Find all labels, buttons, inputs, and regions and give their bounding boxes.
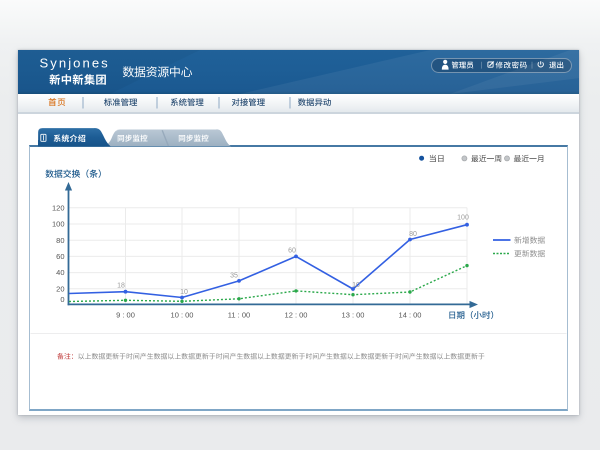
svg-text:20: 20 (56, 284, 64, 293)
svg-text:18: 18 (117, 283, 125, 290)
svg-text:0: 0 (60, 295, 64, 304)
svg-text:100: 100 (52, 220, 65, 229)
svg-text:80: 80 (56, 236, 64, 245)
svg-text:14 : 00: 14 : 00 (399, 311, 422, 320)
svg-text:10: 10 (180, 289, 188, 296)
svg-text:Synjones: Synjones (40, 56, 110, 71)
svg-text:80: 80 (409, 231, 417, 238)
svg-text:10: 10 (352, 282, 360, 289)
svg-text:35: 35 (230, 273, 238, 280)
svg-text:100: 100 (457, 215, 469, 222)
svg-text:120: 120 (52, 203, 65, 212)
svg-text:9 : 00: 9 : 00 (116, 311, 135, 320)
svg-text:60: 60 (288, 248, 296, 255)
svg-text:40: 40 (56, 268, 64, 277)
svg-text:13 : 00: 13 : 00 (342, 311, 365, 320)
svg-text:60: 60 (56, 252, 64, 261)
svg-text:11 : 00: 11 : 00 (228, 311, 250, 320)
svg-text:10 : 00: 10 : 00 (171, 311, 194, 320)
svg-text:12 : 00: 12 : 00 (285, 311, 308, 320)
